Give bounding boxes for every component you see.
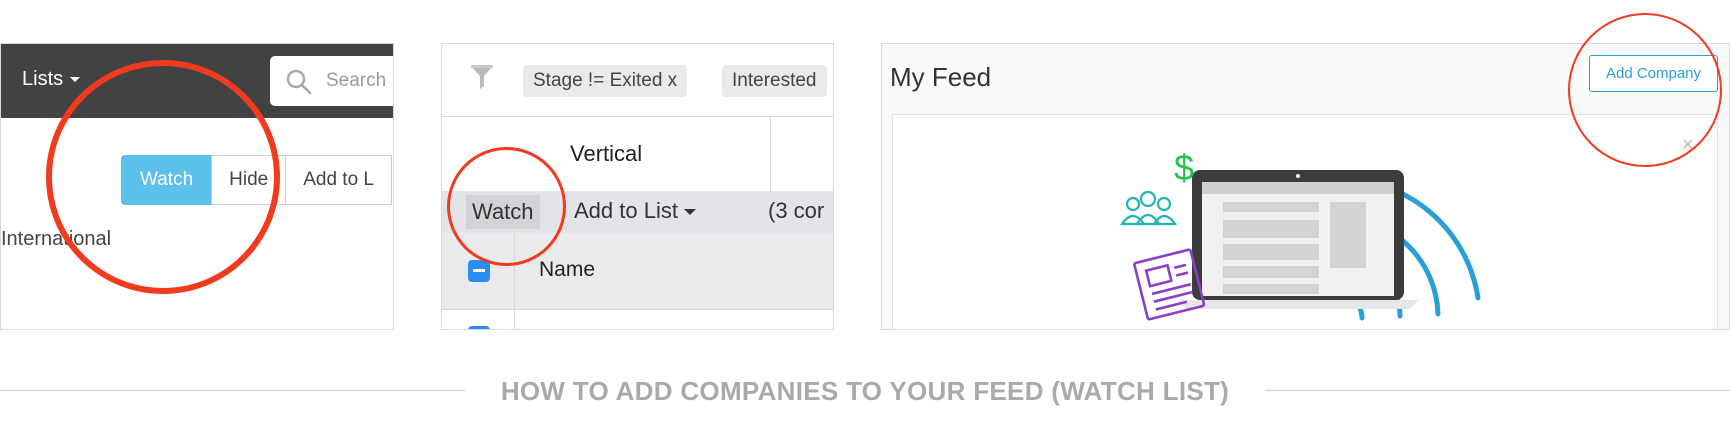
lists-menu-label: Lists [22, 68, 64, 90]
companies-table-panel: Stage != Exited x Interested Vertical Wa… [441, 43, 834, 330]
filter-icon[interactable] [470, 64, 494, 90]
add-to-list-dropdown[interactable]: Add to List [574, 198, 696, 224]
watch-button[interactable]: Watch [121, 155, 213, 205]
dollar-icon: $ [1174, 147, 1194, 188]
caption: HOW TO ADD COMPANIES TO YOUR FEED (WATCH… [0, 376, 1730, 407]
page-title: My Feed [890, 62, 992, 92]
select-all-checkbox[interactable] [468, 260, 490, 282]
table-action-toolbar: Watch Add to List (3 cor [442, 191, 833, 233]
column-divider [770, 117, 771, 191]
table-header-row: Name [442, 233, 833, 329]
filter-bar: Stage != Exited x Interested [442, 44, 833, 117]
caret-down-icon [70, 77, 81, 83]
selection-count: (3 cor [768, 198, 825, 223]
watch-button[interactable]: Watch [466, 195, 540, 229]
laptop-icon [1178, 170, 1418, 309]
filter-tag-interested[interactable]: Interested [722, 65, 827, 97]
hide-button[interactable]: Hide [211, 155, 287, 205]
add-to-list-button[interactable]: Add to L [285, 155, 392, 205]
filter-tag-stage[interactable]: Stage != Exited x [523, 65, 688, 97]
add-company-button[interactable]: Add Company [1589, 55, 1718, 92]
search-placeholder: Search [326, 70, 387, 91]
row-checkbox[interactable] [468, 326, 490, 329]
column-header-name[interactable]: Name [539, 258, 595, 282]
bulk-action-button-group: Watch Hide Add to L [121, 155, 392, 205]
caret-down-icon [683, 209, 696, 216]
caption-text: HOW TO ADD COMPANIES TO YOUR FEED (WATCH… [490, 376, 1240, 406]
people-group-icon [1119, 190, 1178, 226]
lists-menu[interactable]: Lists [22, 68, 81, 91]
close-icon[interactable]: × [1682, 134, 1694, 157]
add-to-list-label: Add to List [574, 198, 678, 223]
my-feed-panel: My Feed Add Company × $ [881, 43, 1730, 330]
companies-list-panel: Lists Search Watch Hide Add to L Interna… [0, 43, 394, 330]
top-nav-bar: Lists Search [1, 44, 393, 118]
company-row-text: International [1, 228, 112, 250]
search-icon [286, 69, 312, 95]
empty-feed-illustration: $ [1119, 147, 1481, 321]
checkbox-column-divider [514, 233, 515, 329]
table-column-header: Vertical [442, 117, 833, 191]
column-header-vertical[interactable]: Vertical [570, 141, 642, 167]
search-input[interactable]: Search [270, 56, 393, 106]
